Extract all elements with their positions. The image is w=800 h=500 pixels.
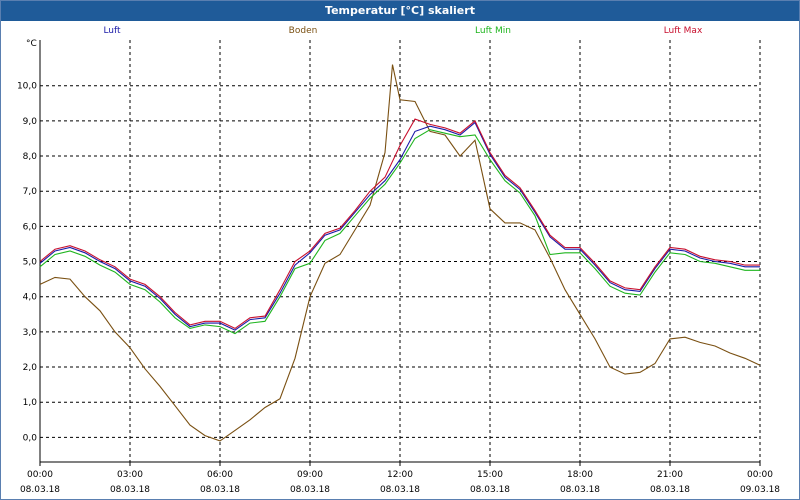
x-tick-labels: 00:00 08.03.18 03:00 08.03.18 06:00 08.03.18 0… [20, 470, 780, 495]
x-tick-date: 08.03.18 [560, 485, 600, 495]
x-tick-date: 08.03.18 [200, 485, 240, 495]
x-tick-time: 18:00 [567, 470, 593, 480]
x-tick-time: 15:00 [477, 470, 503, 480]
y-tick-label: 1,0 [23, 398, 38, 408]
legend-entry: Luft [103, 26, 121, 36]
x-tick-time: 21:00 [657, 470, 683, 480]
y-tick-label: 6,0 [23, 222, 38, 232]
x-tick-date: 09.03.18 [740, 485, 780, 495]
x-tick-time: 03:00 [117, 470, 143, 480]
y-axis-unit: °C [26, 39, 37, 49]
legend-entry: Luft Max [664, 26, 703, 36]
temperature-chart: 0,0 1,0 2,0 3,0 4,0 5,0 6,0 7,0 8,0 9,0 10,0 00:00… [17, 26, 780, 495]
y-tick-labels: 0,0 1,0 2,0 3,0 4,0 5,0 6,0 7,0 8,0 9,0 10,0 [17, 82, 37, 444]
y-tick-label: 4,0 [23, 293, 38, 303]
chart-title: Temperatur [°C] skaliert [1, 1, 799, 21]
y-tick-label: 5,0 [23, 258, 38, 268]
x-tick-date: 08.03.18 [290, 485, 330, 495]
y-tick-label: 7,0 [23, 187, 38, 197]
x-tick-date: 08.03.18 [470, 485, 510, 495]
x-tick-date: 08.03.18 [20, 485, 60, 495]
grid [39, 40, 761, 462]
legend-entry: Luft Min [475, 26, 511, 36]
legend: Luft Boden Luft Min Luft Max [103, 26, 703, 36]
x-tick-time: 06:00 [207, 470, 233, 480]
y-tick-label: 0,0 [23, 433, 38, 443]
y-tick-label: 3,0 [23, 328, 38, 338]
y-tick-label: 9,0 [23, 117, 38, 127]
y-tick-label: 10,0 [17, 82, 37, 92]
x-tick-time: 00:00 [27, 470, 53, 480]
x-tick-time: 12:00 [387, 470, 413, 480]
y-tick-label: 2,0 [23, 363, 38, 373]
x-tick-time: 09:00 [297, 470, 323, 480]
y-tick-label: 8,0 [23, 152, 38, 162]
x-tick-date: 08.03.18 [380, 485, 420, 495]
x-tick-time: 00:00 [747, 470, 773, 480]
x-tick-date: 08.03.18 [650, 485, 690, 495]
legend-entry: Boden [289, 26, 318, 36]
x-tick-date: 08.03.18 [110, 485, 150, 495]
